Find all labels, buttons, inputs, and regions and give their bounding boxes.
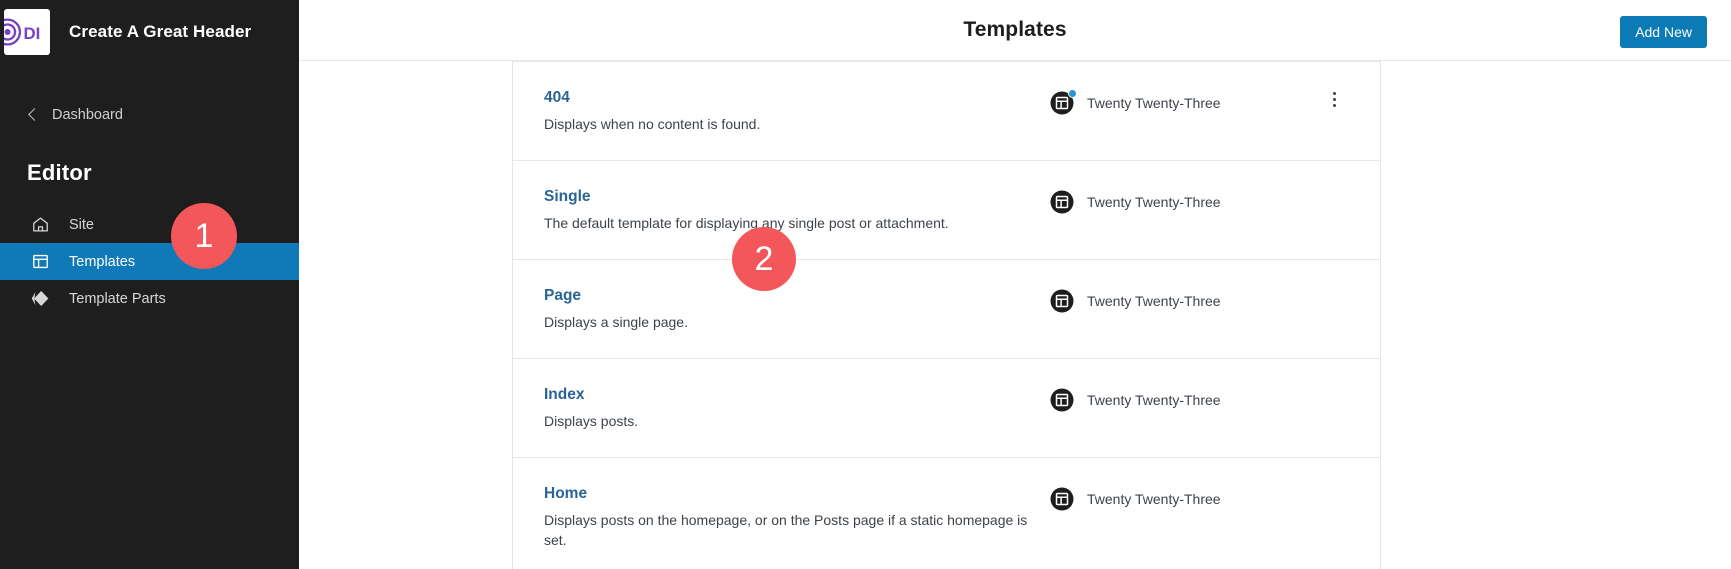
templates-list-area: 404 Displays when no content is found.	[299, 61, 1731, 569]
template-theme: Twenty Twenty-Three	[1049, 385, 1221, 413]
template-theme-name: Twenty Twenty-Three	[1087, 95, 1221, 111]
template-theme-name: Twenty Twenty-Three	[1087, 293, 1221, 309]
topbar: Templates Add New	[299, 0, 1731, 61]
template-badge-icon	[1049, 90, 1075, 116]
template-description: Displays a single page.	[544, 312, 1042, 332]
template-badge-icon	[1049, 288, 1075, 314]
template-description: Displays posts.	[544, 411, 1042, 431]
chevron-left-icon	[27, 109, 39, 121]
site-title: Create A Great Header	[69, 22, 251, 42]
template-theme: Twenty Twenty-Three	[1049, 286, 1221, 314]
template-theme-name: Twenty Twenty-Three	[1087, 194, 1221, 210]
svg-text:DI: DI	[23, 24, 40, 43]
template-theme-name: Twenty Twenty-Three	[1087, 491, 1221, 507]
template-description: Displays posts on the homepage, or on th…	[544, 510, 1042, 550]
template-row-home[interactable]: Home Displays posts on the homepage, or …	[513, 457, 1380, 569]
template-row-single[interactable]: Single The default template for displayi…	[513, 160, 1380, 259]
sidebar: DI Create A Great Header Dashboard Edito…	[0, 0, 299, 569]
home-icon	[30, 214, 51, 235]
template-badge-icon	[1049, 486, 1075, 512]
template-row-main: Home Displays posts on the homepage, or …	[544, 484, 1042, 550]
more-vertical-icon[interactable]	[1324, 92, 1344, 112]
editor-section-heading: Editor	[0, 160, 299, 186]
sidebar-item-template-parts[interactable]: Template Parts	[0, 280, 299, 317]
template-row-index[interactable]: Index Displays posts.	[513, 358, 1380, 457]
template-row-page[interactable]: Page Displays a single page.	[513, 259, 1380, 358]
page-title: Templates	[299, 18, 1731, 42]
template-theme: Twenty Twenty-Three	[1049, 187, 1221, 215]
sidebar-item-templates-label: Templates	[69, 254, 135, 270]
template-title-link[interactable]: Single	[544, 187, 591, 207]
di-logo-icon: DI	[4, 9, 50, 55]
template-title-link[interactable]: Page	[544, 286, 581, 306]
template-row-main: 404 Displays when no content is found.	[544, 88, 1042, 134]
sidebar-nav: Site Templates Templat	[0, 206, 299, 317]
template-title-link[interactable]: Home	[544, 484, 587, 504]
template-title-link[interactable]: Index	[544, 385, 584, 405]
layout-icon	[30, 251, 51, 272]
template-description: The default template for displaying any …	[544, 213, 1042, 233]
template-theme: Twenty Twenty-Three	[1049, 484, 1221, 512]
symbol-filled-icon	[30, 288, 51, 309]
templates-card: 404 Displays when no content is found.	[512, 61, 1381, 569]
template-row-main: Single The default template for displayi…	[544, 187, 1042, 233]
template-theme: Twenty Twenty-Three	[1049, 88, 1221, 116]
dashboard-label: Dashboard	[52, 107, 123, 123]
template-badge-icon	[1049, 189, 1075, 215]
template-badge-icon	[1049, 387, 1075, 413]
dashboard-back-link[interactable]: Dashboard	[0, 103, 299, 127]
template-row-main: Index Displays posts.	[544, 385, 1042, 431]
template-description: Displays when no content is found.	[544, 114, 1042, 134]
site-editor-window: DI Create A Great Header Dashboard Edito…	[0, 0, 1731, 569]
sidebar-item-template-parts-label: Template Parts	[69, 291, 166, 307]
sidebar-item-site-label: Site	[69, 217, 94, 233]
main-content: Templates Add New 404 Displays when no c…	[299, 0, 1731, 569]
template-theme-name: Twenty Twenty-Three	[1087, 392, 1221, 408]
update-available-dot	[1068, 89, 1077, 98]
add-new-button[interactable]: Add New	[1620, 16, 1707, 48]
template-title-link[interactable]: 404	[544, 88, 570, 108]
template-row-main: Page Displays a single page.	[544, 286, 1042, 332]
sidebar-item-site[interactable]: Site	[0, 206, 299, 243]
template-row-404[interactable]: 404 Displays when no content is found.	[513, 61, 1380, 160]
sidebar-item-templates[interactable]: Templates	[0, 243, 299, 280]
brand-header[interactable]: DI Create A Great Header	[0, 0, 299, 64]
